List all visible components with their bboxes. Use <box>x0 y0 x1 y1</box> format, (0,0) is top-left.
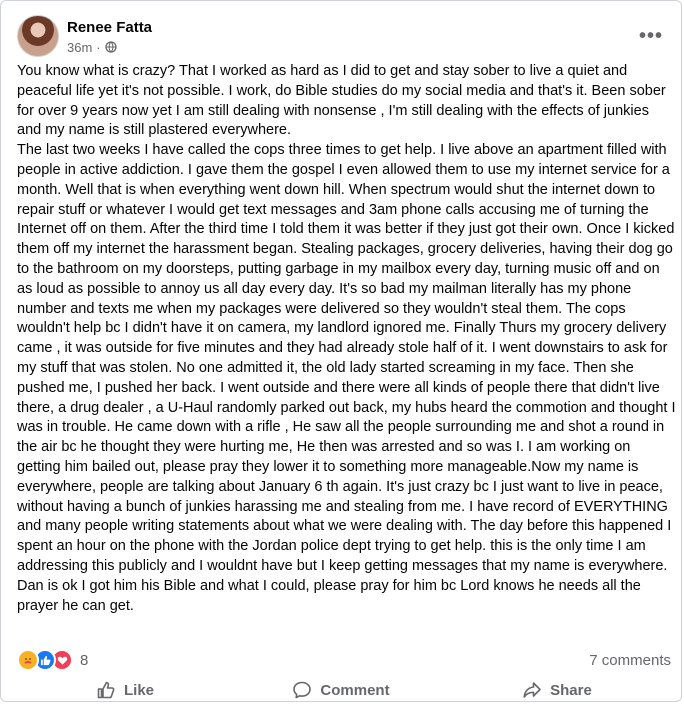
reaction-count: 8 <box>80 651 89 669</box>
post-meta: Renee Fatta 36m · <box>67 18 152 55</box>
comments-count[interactable]: 7 comments <box>589 652 671 669</box>
care-reaction-icon <box>17 649 39 671</box>
avatar[interactable] <box>17 15 59 57</box>
like-label: Like <box>123 681 154 699</box>
post-timestamp-line: 36m · <box>67 40 152 55</box>
separator-dot: · <box>96 39 101 55</box>
globe-icon <box>104 41 117 53</box>
post-header: Renee Fatta 36m · ••• <box>17 14 665 58</box>
facebook-post: Renee Fatta 36m · ••• You know what is c… <box>0 0 682 702</box>
post-actions: Like Comment Share <box>17 675 665 705</box>
comment-bubble-icon <box>292 680 320 700</box>
share-label: Share <box>550 681 592 699</box>
comment-button[interactable]: Comment <box>233 680 449 700</box>
share-arrow-icon <box>522 680 550 700</box>
reaction-summary[interactable]: 8 <box>17 649 88 671</box>
comment-label: Comment <box>320 681 390 699</box>
more-options-icon[interactable]: ••• <box>637 22 665 50</box>
author-name[interactable]: Renee Fatta <box>67 18 152 37</box>
post-paragraph: You know what is crazy? That I worked as… <box>17 63 666 139</box>
like-button[interactable]: Like <box>17 680 233 700</box>
post-body: You know what is crazy? That I worked as… <box>17 62 677 616</box>
share-button[interactable]: Share <box>449 680 665 700</box>
thumbs-up-icon <box>96 680 124 700</box>
post-stats: 8 7 comments <box>17 649 671 671</box>
post-time[interactable]: 36m <box>67 40 92 55</box>
post-paragraph: The last two weeks I have called the cop… <box>17 142 676 614</box>
